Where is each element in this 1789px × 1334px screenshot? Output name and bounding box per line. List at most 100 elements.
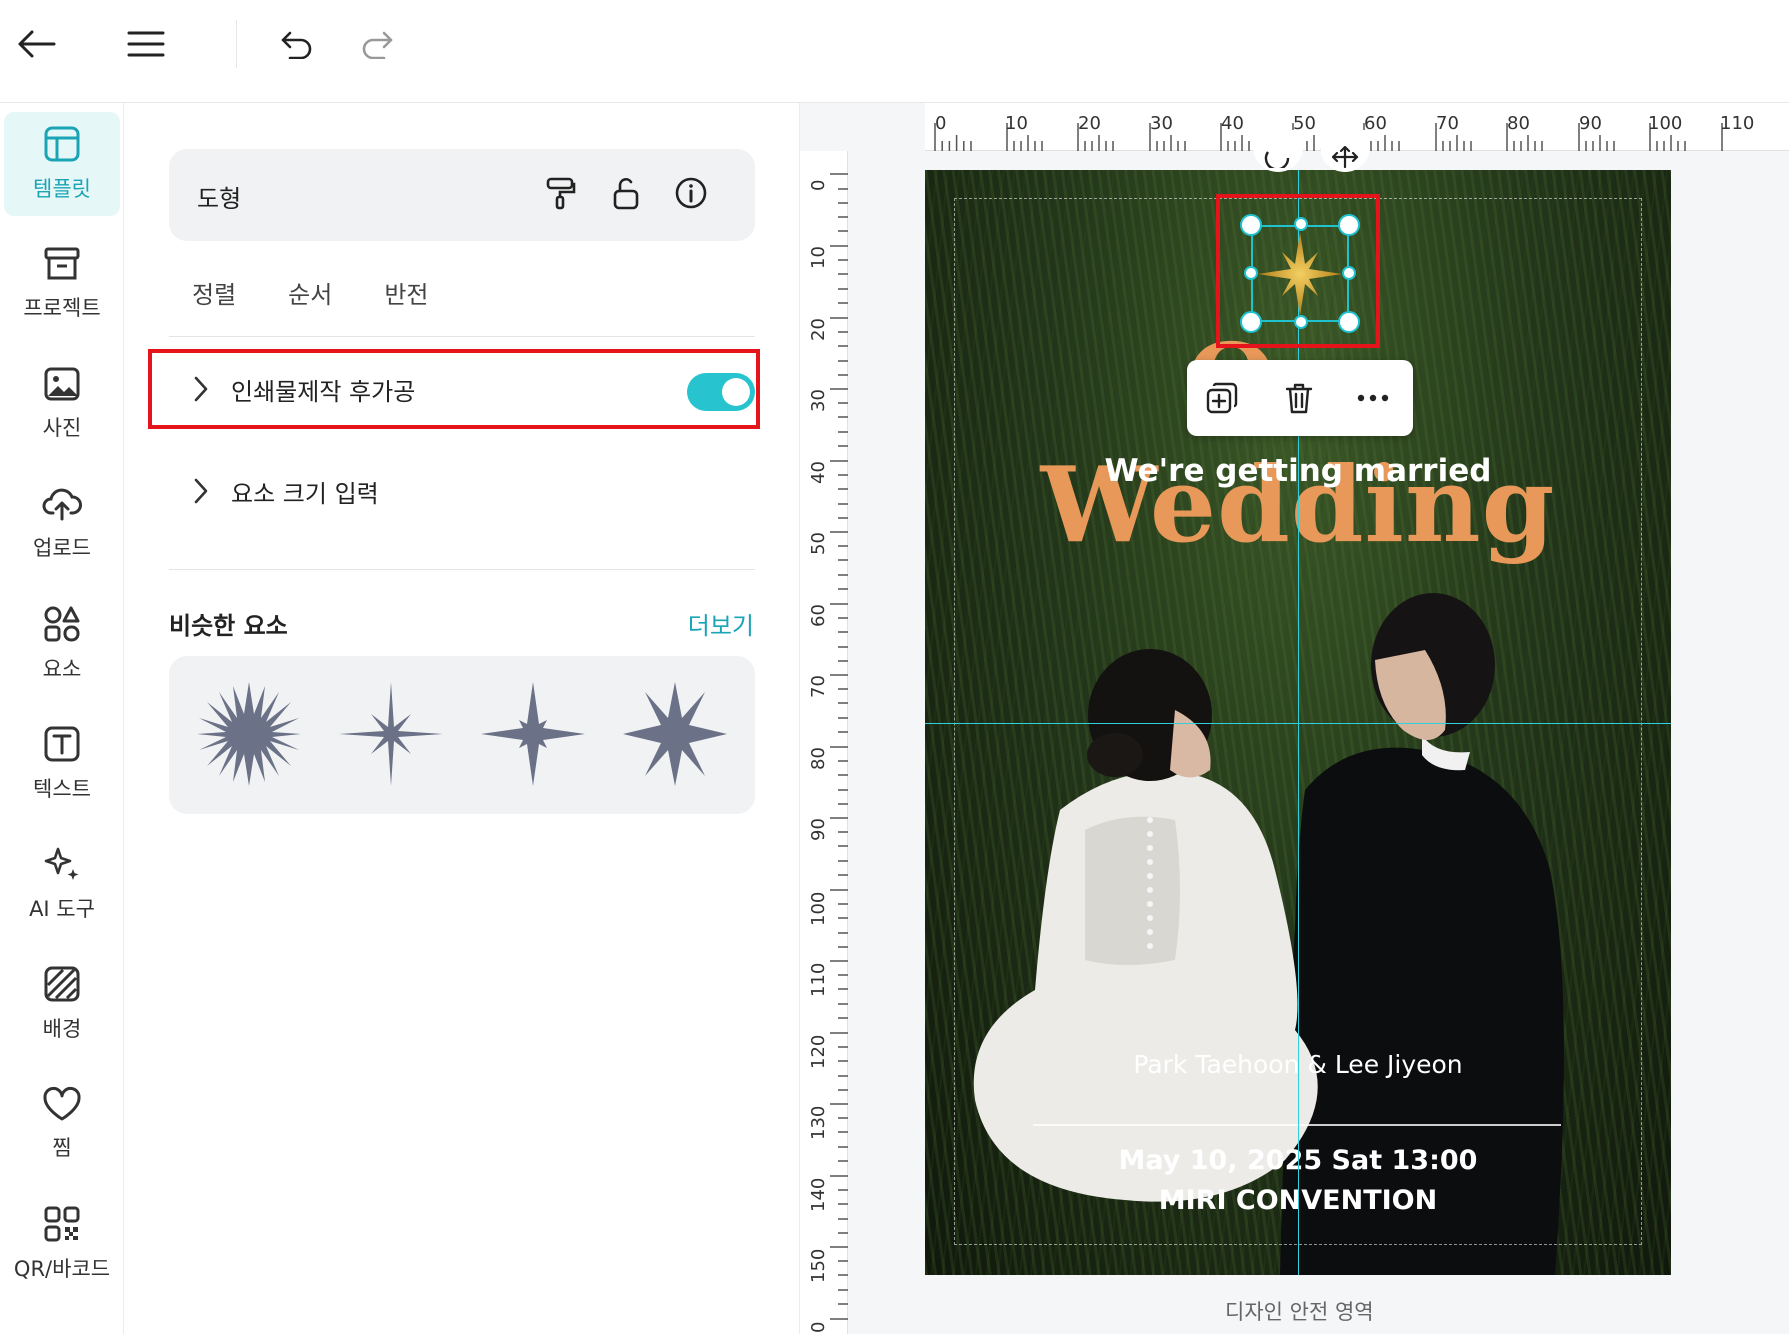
chevron-right-icon (179, 477, 223, 505)
ruler-label: 30 (1150, 113, 1173, 134)
photo-icon (44, 367, 80, 401)
ruler-left: 0 10 20 30 40 50 60 70 80 90 100 110 120… (800, 151, 848, 1334)
move-handle[interactable] (1320, 130, 1370, 172)
nav-item-ai-tools[interactable]: AI 도구 (4, 832, 120, 936)
nav-item-label: 텍스트 (33, 777, 91, 801)
ruler-label: 70 (1436, 113, 1459, 134)
similar-elements-card (169, 656, 755, 814)
ruler-label: 10 (808, 246, 829, 269)
ruler-label: 0 (808, 1321, 829, 1333)
size-input-row[interactable]: 요소 크기 입력 (169, 455, 755, 527)
text-icon (44, 726, 80, 762)
nav-item-background[interactable]: 배경 (4, 952, 120, 1056)
see-more-link[interactable]: 더보기 (688, 606, 754, 641)
nav-item-label: QR/바코드 (13, 1257, 111, 1281)
move-arrows-icon (1331, 146, 1359, 168)
left-navigation: 템플릿 프로젝트 사진 업로드 요소 텍스트 AI 도구 배경 찜 QR/바코드 (0, 103, 124, 1334)
thin-eight-point-star-icon[interactable] (335, 678, 447, 790)
arrow-left-icon (18, 30, 56, 58)
properties-panel: 도형 정렬 순서 반전 인쇄물제작 후가공 요소 크기 입력 비슷한 요소 더보… (124, 103, 800, 1334)
info-icon (675, 177, 707, 209)
trash-icon (1285, 383, 1313, 414)
nav-item-template[interactable]: 템플릿 (4, 112, 120, 216)
nav-item-project[interactable]: 프로젝트 (4, 232, 120, 336)
more-options-button[interactable] (1353, 378, 1393, 418)
paint-roller-icon (546, 177, 576, 210)
template-icon (44, 126, 80, 162)
background-icon (44, 966, 80, 1002)
shape-title: 도형 (197, 185, 242, 213)
nav-item-photo[interactable]: 사진 (4, 352, 120, 456)
nav-item-label: 사진 (42, 416, 82, 440)
nav-item-label: AI 도구 (29, 897, 95, 921)
undo-icon (281, 31, 312, 59)
ruler-label: 20 (1078, 113, 1101, 134)
tab-flip[interactable]: 반전 (384, 275, 428, 310)
nav-item-label: 찜 (52, 1136, 72, 1160)
ruler-label: 50 (808, 532, 829, 555)
ruler-label: 40 (808, 461, 829, 484)
qr-code-icon (44, 1206, 80, 1242)
safe-area-label: 디자인 안전 영역 (1225, 1300, 1374, 1324)
sunburst-star-icon[interactable] (193, 678, 305, 790)
highlight-box (1216, 194, 1380, 348)
ruler-label: 130 (808, 1105, 829, 1140)
rotate-icon (1264, 151, 1290, 168)
ruler-label: 110 (1720, 113, 1755, 134)
chevron-right-icon (179, 375, 223, 403)
size-input-label: 요소 크기 입력 (231, 479, 379, 508)
tab-order[interactable]: 순서 (288, 275, 332, 310)
top-toolbar (0, 0, 1789, 103)
toggle-knob (722, 378, 750, 406)
ruler-label: 80 (1507, 113, 1530, 134)
ruler-label: 30 (808, 389, 829, 412)
nav-item-favorites[interactable]: 찜 (4, 1072, 120, 1176)
nav-item-label: 프로젝트 (23, 296, 101, 320)
ai-sparkle-icon (44, 847, 79, 880)
nav-item-text[interactable]: 텍스트 (4, 712, 120, 816)
ruler-label: 90 (1579, 113, 1602, 134)
format-painter-button[interactable] (541, 173, 581, 213)
duplicate-icon (1206, 382, 1238, 414)
undo-button[interactable] (275, 22, 319, 66)
four-point-star-icon[interactable] (477, 678, 589, 790)
shape-header-card: 도형 (169, 149, 755, 241)
nav-item-label: 배경 (42, 1017, 82, 1041)
arrange-tabs: 정렬 순서 반전 (192, 275, 429, 310)
print-finish-row[interactable]: 인쇄물제작 후가공 (169, 353, 755, 425)
nav-item-qr-barcode[interactable]: QR/바코드 (4, 1192, 120, 1296)
nav-item-label: 템플릿 (33, 177, 91, 201)
ruler-label: 0 (808, 179, 829, 191)
duplicate-button[interactable] (1202, 378, 1242, 418)
heart-icon (43, 1087, 81, 1121)
nav-item-elements[interactable]: 요소 (4, 592, 120, 696)
divider (169, 336, 755, 337)
ruler-label: 60 (808, 604, 829, 627)
tab-align[interactable]: 정렬 (192, 275, 236, 310)
redo-button[interactable] (355, 22, 399, 66)
lock-button[interactable] (606, 173, 646, 213)
ruler-label: 0 (935, 113, 947, 134)
print-finish-label: 인쇄물제작 후가공 (231, 377, 416, 406)
project-icon (44, 247, 80, 280)
info-button[interactable] (671, 173, 711, 213)
back-button[interactable] (14, 22, 58, 66)
ruler-label: 70 (808, 675, 829, 698)
ruler-label: 100 (1648, 113, 1683, 134)
ruler-label: 90 (808, 818, 829, 841)
similar-elements-title: 비슷한 요소 (169, 612, 288, 640)
eight-point-star-icon[interactable] (619, 678, 731, 790)
delete-button[interactable] (1279, 378, 1319, 418)
more-dots-icon (1357, 394, 1389, 402)
ruler-label: 120 (808, 1034, 829, 1069)
ruler-label: 100 (808, 891, 829, 926)
nav-item-upload[interactable]: 업로드 (4, 472, 120, 576)
poster-divider (1033, 1124, 1561, 1126)
rotate-handle[interactable] (1253, 130, 1303, 172)
menu-button[interactable] (124, 22, 168, 66)
ruler-label: 150 (808, 1248, 829, 1283)
ruler-label: 110 (808, 962, 829, 997)
ruler-label: 20 (808, 318, 829, 341)
print-finish-toggle[interactable] (687, 373, 755, 411)
ruler-label: 140 (808, 1177, 829, 1212)
